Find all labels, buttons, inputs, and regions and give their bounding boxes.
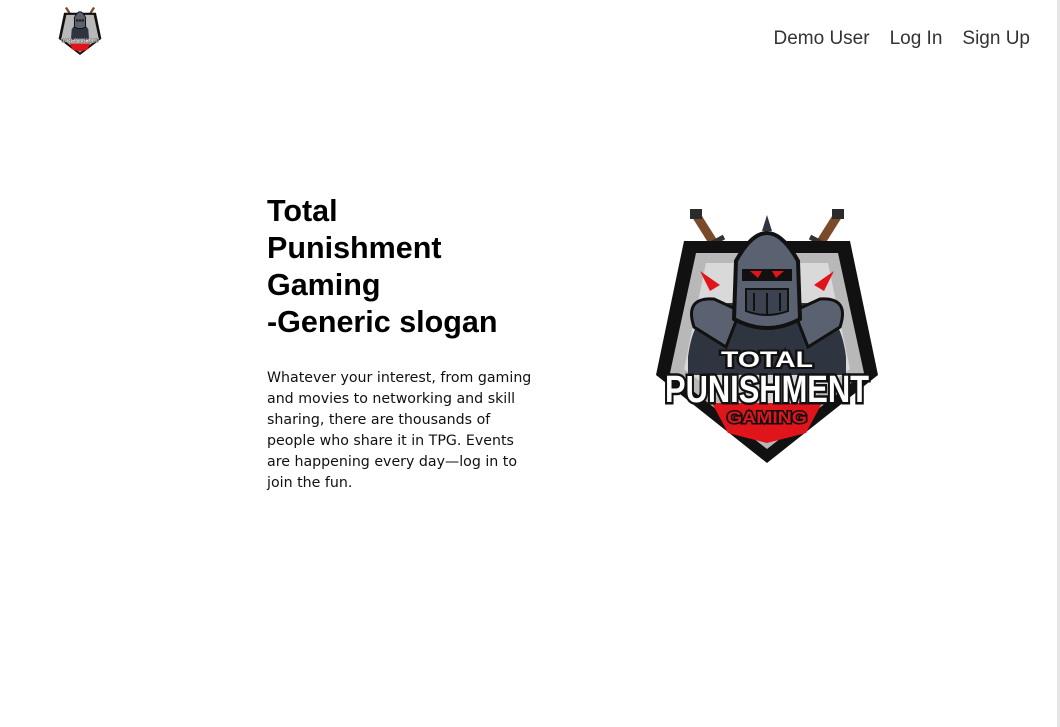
hero-description: Whatever your interest, from gaming and … <box>267 370 532 491</box>
nav-demo-user-link[interactable]: Demo User <box>773 28 869 50</box>
hero-title-line: Punishment <box>267 231 442 265</box>
svg-text:GAMING: GAMING <box>727 408 807 427</box>
hero-text-block: Total Punishment Gaming -Generic slogan … <box>267 193 537 494</box>
hero-title-line: -Generic slogan <box>267 305 498 339</box>
hero-logo-image: TOTAL PUNISHMENT GAMING <box>656 209 878 463</box>
hero-title-line: Gaming <box>267 268 381 302</box>
nav-login-link[interactable]: Log In <box>890 28 943 50</box>
hero-title-line: Total <box>267 194 338 228</box>
top-nav: TOTAL PUNISHMENT Demo User Log In Sign U… <box>0 0 1060 80</box>
logo-red-banner <box>69 43 91 52</box>
nav-links: Demo User Log In Sign Up <box>773 28 1030 50</box>
nav-signup-link[interactable]: Sign Up <box>962 28 1030 50</box>
hero-title: Total Punishment Gaming -Generic slogan <box>267 193 537 341</box>
logo-wordmark: TOTAL PUNISHMENT <box>61 39 100 45</box>
brand-logo[interactable]: TOTAL PUNISHMENT <box>54 6 106 56</box>
svg-text:PUNISHMENT: PUNISHMENT <box>665 369 869 411</box>
